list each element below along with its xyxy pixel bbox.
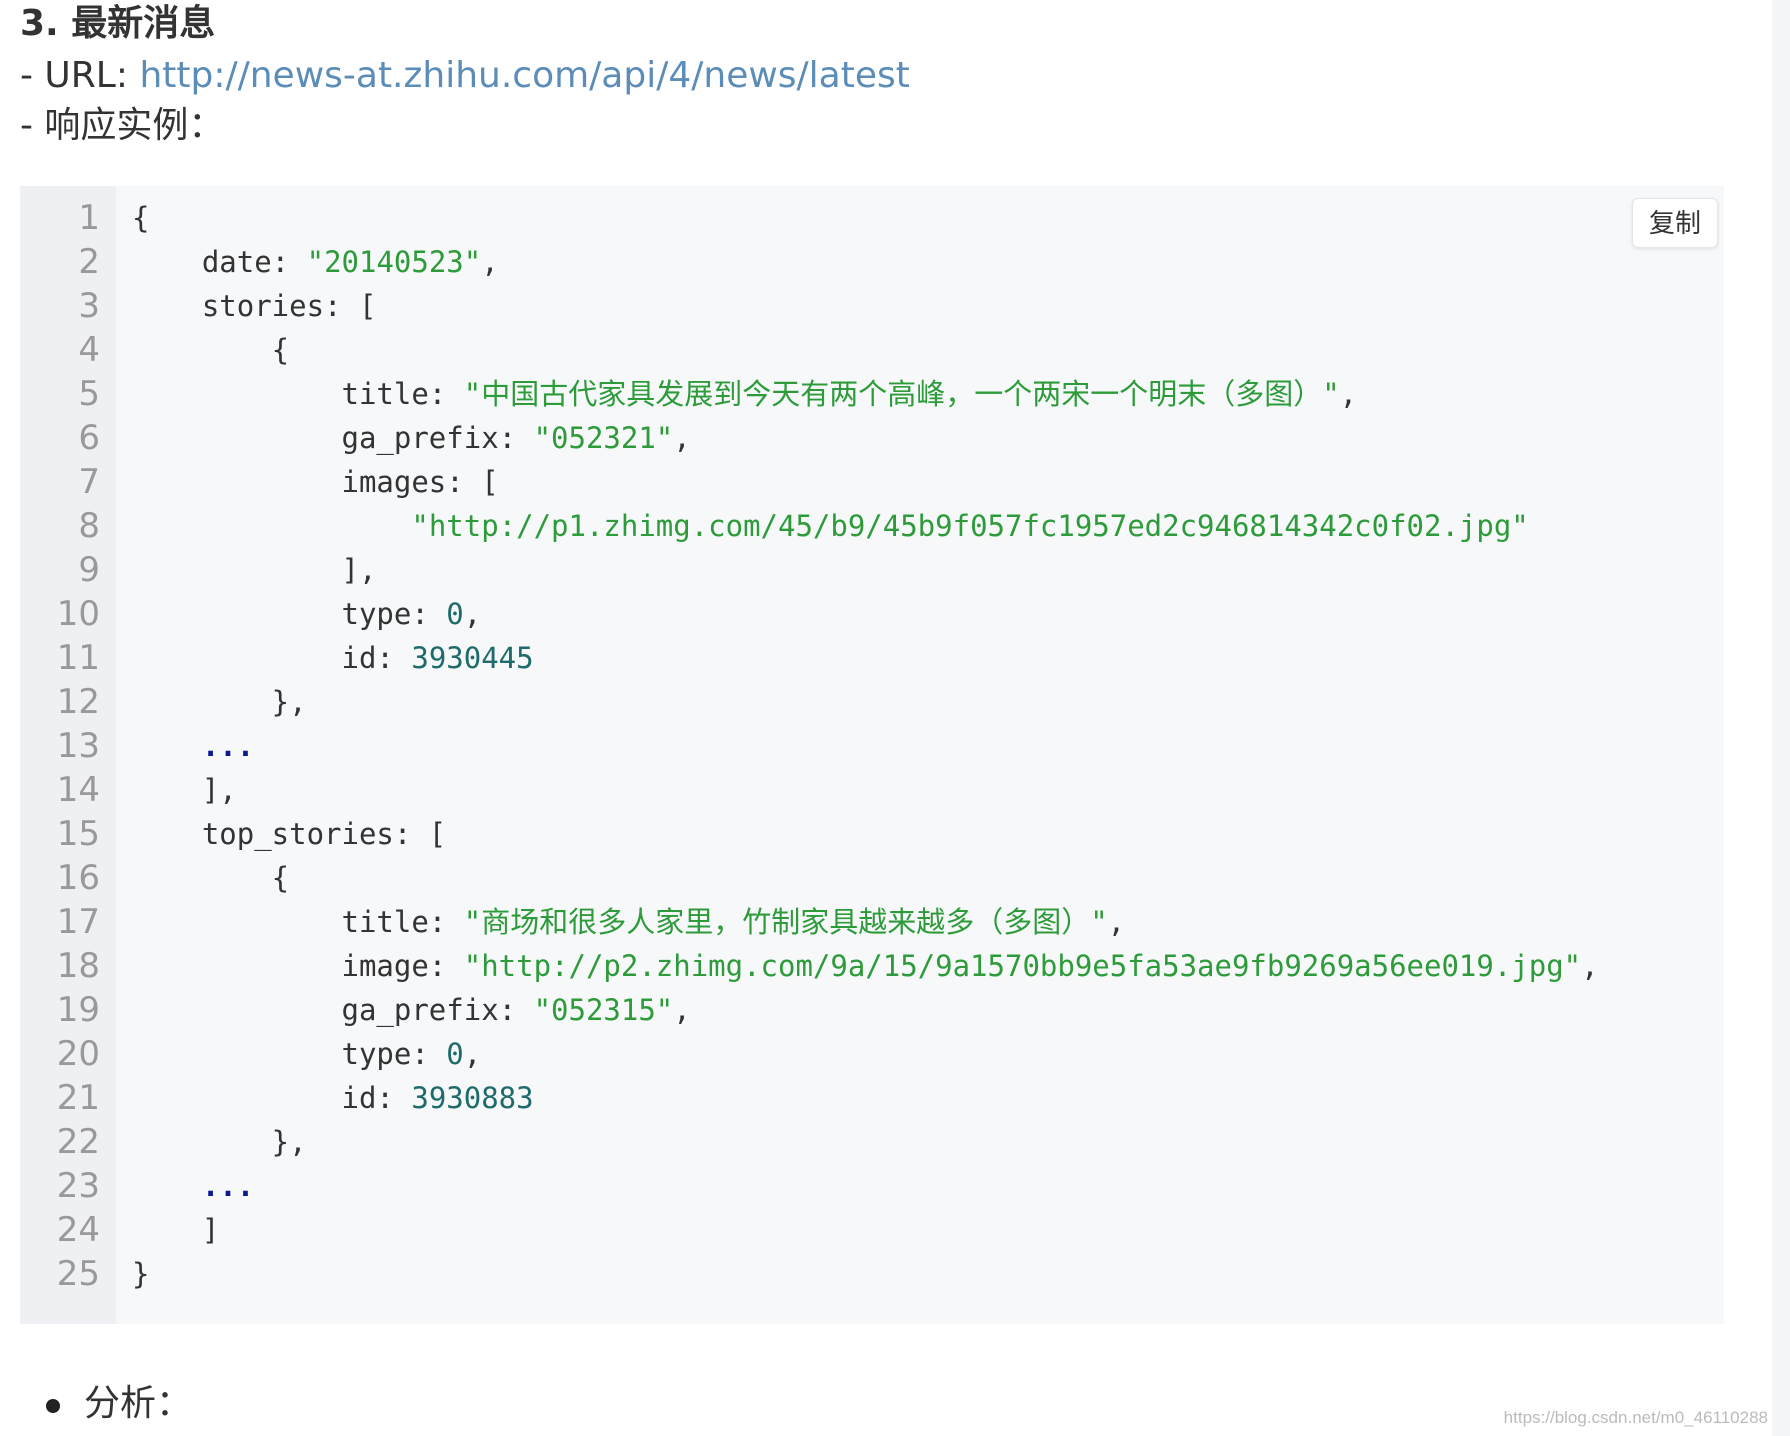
line-number-gutter: 1 2 3 4 5 6 7 8 9 10 11 12 13 14 15 16 17 18 19 20 21 22 23 24 2… xyxy=(20,186,116,1324)
line-number: 9 xyxy=(78,550,100,590)
code-line: { xyxy=(132,201,150,235)
url-label: - URL: xyxy=(20,55,140,96)
line-number: 2 xyxy=(78,242,100,282)
line-number: 20 xyxy=(56,1034,100,1074)
line-number: 4 xyxy=(78,330,100,370)
code-line: image: "http://p2.zhimg.com/9a/15/9a1570… xyxy=(132,949,1599,983)
code-line: images: [ xyxy=(132,465,499,499)
line-number: 14 xyxy=(56,770,100,810)
line-number: 7 xyxy=(78,462,100,502)
copy-button[interactable]: 复制 xyxy=(1632,198,1718,248)
right-edge-bar xyxy=(1772,0,1790,1436)
code-line: ], xyxy=(132,773,237,807)
code-line: stories: [ xyxy=(132,289,377,323)
line-number: 8 xyxy=(78,506,100,546)
code-line: }, xyxy=(132,685,307,719)
code-block: 1 2 3 4 5 6 7 8 9 10 11 12 13 14 15 16 17 18 19 20 21 22 23 24 2… xyxy=(20,186,1724,1324)
line-number: 13 xyxy=(56,726,100,766)
line-number: 11 xyxy=(56,638,100,678)
code-line: ], xyxy=(132,553,377,587)
line-number: 3 xyxy=(78,286,100,326)
response-example-label: - 响应实例： xyxy=(20,105,225,146)
line-number: 16 xyxy=(56,858,100,898)
code-line: id: 3930445 xyxy=(132,641,534,675)
code-line: } xyxy=(132,1257,150,1291)
code-line: top_stories: [ xyxy=(132,817,447,851)
code-line: "http://p1.zhimg.com/45/b9/45b9f057fc195… xyxy=(411,509,1529,543)
line-number: 6 xyxy=(78,418,100,458)
line-number: 22 xyxy=(56,1122,100,1162)
code-line: title: "商场和很多人家里，竹制家具越来越多（多图）", xyxy=(132,905,1126,939)
code-line: }, xyxy=(132,1125,307,1159)
code-line: date: "20140523", xyxy=(132,245,499,279)
code-line: id: 3930883 xyxy=(132,1081,534,1115)
line-number: 24 xyxy=(56,1210,100,1250)
line-number: 17 xyxy=(56,902,100,942)
line-number: 10 xyxy=(56,594,100,634)
line-number: 23 xyxy=(56,1166,100,1206)
line-number: 15 xyxy=(56,814,100,854)
code-line: { xyxy=(132,861,290,895)
code-line: type: 0, xyxy=(132,1037,482,1071)
bullet-dot xyxy=(46,1399,60,1413)
code-line: type: 0, xyxy=(132,597,482,631)
watermark: https://blog.csdn.net/m0_46110288 xyxy=(1503,1408,1768,1427)
url-line: - URL: http://news-at.zhihu.com/api/4/ne… xyxy=(20,50,910,102)
line-number: 25 xyxy=(56,1254,100,1294)
api-url-link[interactable]: http://news-at.zhihu.com/api/4/news/late… xyxy=(139,55,909,96)
line-number: 1 xyxy=(78,198,100,238)
line-number: 12 xyxy=(56,682,100,722)
section-heading: 3. 最新消息 xyxy=(20,3,216,44)
analysis-label: 分析： xyxy=(84,1383,193,1424)
line-number: 19 xyxy=(56,990,100,1030)
code-line: ... xyxy=(201,729,255,763)
line-number: 21 xyxy=(56,1078,100,1118)
code-line: ... xyxy=(201,1169,255,1203)
line-number: 5 xyxy=(78,374,100,414)
code-line: ] xyxy=(132,1213,220,1247)
code-line: ga_prefix: "052321", xyxy=(132,421,691,455)
code-line: { xyxy=(132,333,290,367)
line-number: 18 xyxy=(56,946,100,986)
code-line: title: "中国古代家具发展到今天有两个高峰，一个两宋一个明末（多图）", xyxy=(132,377,1358,411)
code-line: ga_prefix: "052315", xyxy=(132,993,691,1027)
